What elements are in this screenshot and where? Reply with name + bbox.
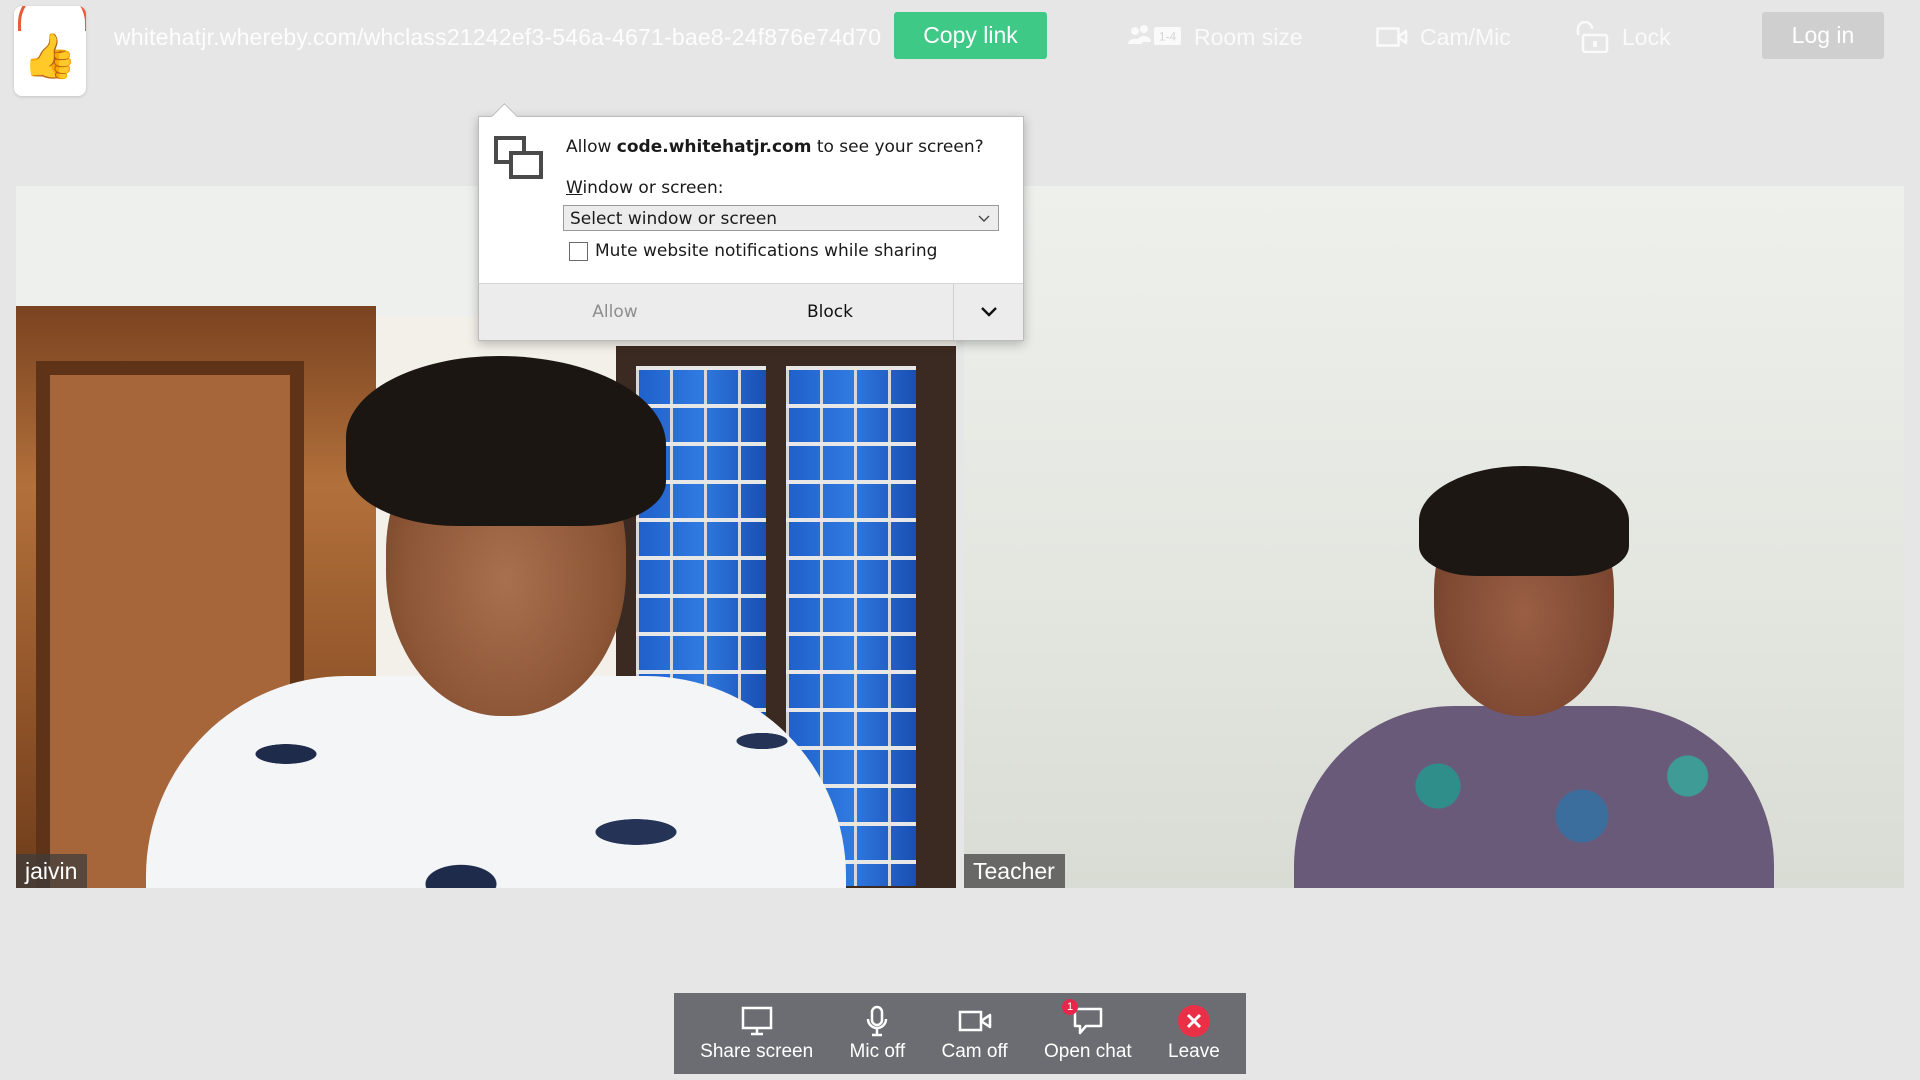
permission-prefix: Allow	[566, 137, 617, 157]
participant-video	[1294, 706, 1774, 888]
open-chat-button[interactable]: 1 Open chat	[1044, 999, 1132, 1063]
login-button[interactable]: Log in	[1762, 12, 1884, 59]
unread-badge: 1	[1062, 999, 1079, 1015]
cam-off-button[interactable]: Cam off	[941, 1005, 1008, 1063]
mute-notifications-checkbox[interactable]: Mute website notifications while sharing	[569, 241, 937, 261]
camera-icon	[1376, 27, 1408, 47]
camera-icon	[958, 1010, 991, 1032]
window-or-screen-select[interactable]: Select window or screen	[563, 205, 999, 231]
participant-video	[1419, 466, 1629, 576]
window-or-screen-label: Window or screen:	[566, 178, 724, 198]
svg-text:1-4: 1-4	[1159, 30, 1177, 44]
participant-video	[146, 356, 846, 888]
chevron-down-icon	[978, 215, 990, 222]
participant-video	[346, 356, 666, 526]
cam-mic-button[interactable]: Cam/Mic	[1376, 20, 1511, 54]
microphone-icon	[867, 1005, 888, 1037]
participant-video	[1294, 466, 1774, 888]
copy-link-button[interactable]: Copy link	[894, 12, 1047, 59]
lock-label: Lock	[1622, 23, 1671, 50]
more-options-button[interactable]	[953, 284, 1023, 340]
chevron-down-icon	[980, 307, 997, 317]
checkbox-box[interactable]	[569, 241, 588, 261]
thumbs-up-icon: 👍	[22, 32, 78, 81]
share-screen-label: Share screen	[700, 1041, 814, 1062]
people-icon: 1-4	[1128, 25, 1181, 45]
mute-notifications-label: Mute website notifications while sharing	[595, 241, 938, 261]
open-chat-label: Open chat	[1044, 1041, 1132, 1062]
select-value: Select window or screen	[570, 209, 778, 229]
video-tile-teacher[interactable]: Teacher	[964, 186, 1904, 888]
cam-off-label: Cam off	[941, 1041, 1008, 1062]
room-url: whitehatjr.whereby.com/whclass21242ef3-5…	[114, 24, 882, 50]
participant-name-tag: jaivin	[16, 854, 88, 888]
unlock-icon	[1576, 21, 1609, 53]
logo-arc	[18, 6, 86, 31]
leave-label: Leave	[1168, 1041, 1220, 1062]
call-toolbar: Share screen Mic off Cam off 1 Open chat…	[674, 993, 1246, 1074]
lock-button[interactable]: Lock	[1574, 20, 1671, 54]
screen-share-permission-dialog: Allow code.whitehatjr.com to see your sc…	[478, 103, 1024, 341]
permission-question: Allow code.whitehatjr.com to see your sc…	[566, 137, 984, 157]
block-button[interactable]: Block	[679, 284, 981, 340]
permission-domain: code.whitehatjr.com	[616, 137, 812, 157]
share-screen-button[interactable]: Share screen	[700, 1005, 813, 1063]
participant-name-tag: Teacher	[964, 854, 1065, 888]
permission-suffix: to see your screen?	[811, 137, 984, 157]
monitor-icon	[741, 1006, 772, 1036]
close-icon	[1177, 1005, 1210, 1037]
mic-off-button[interactable]: Mic off	[849, 1005, 906, 1063]
popup-arrow	[491, 103, 518, 130]
permission-footer: Allow Block	[479, 283, 1023, 340]
cam-mic-label: Cam/Mic	[1420, 23, 1511, 50]
app-root: 👍 whitehatjr.whereby.com/whclass21242ef3…	[0, 0, 1920, 1080]
mic-off-label: Mic off	[849, 1041, 906, 1062]
screen-share-icon	[494, 136, 543, 179]
room-logo[interactable]: 👍	[14, 6, 86, 96]
room-size-button[interactable]: 1-4 Room size	[1128, 20, 1303, 54]
room-size-label: Room size	[1194, 23, 1303, 50]
leave-button[interactable]: Leave	[1168, 1005, 1220, 1063]
